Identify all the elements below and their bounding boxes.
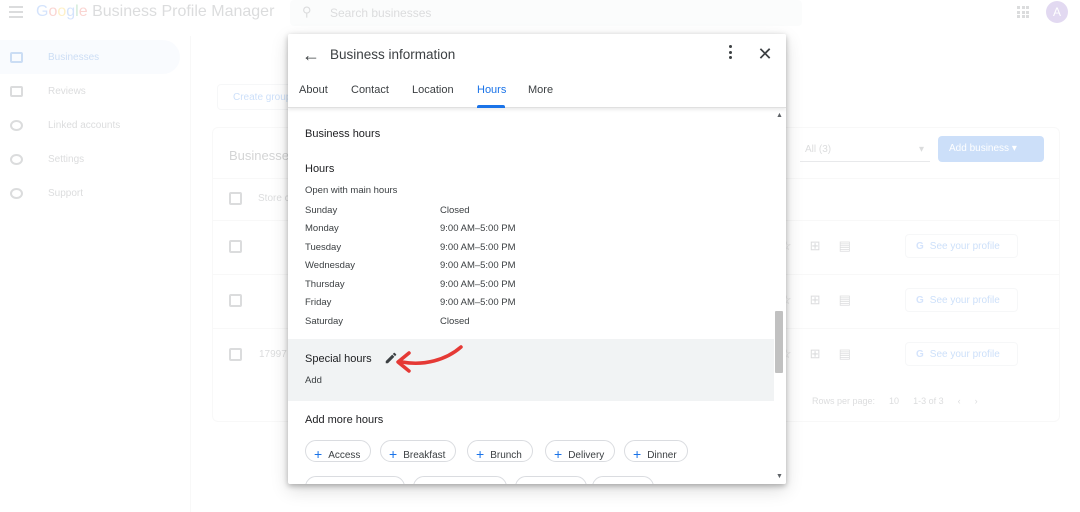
- plus-icon: +: [476, 446, 485, 462]
- special-hours-title: Special hours: [305, 353, 372, 365]
- row-checkbox[interactable]: [229, 294, 242, 307]
- row-checkbox[interactable]: [229, 348, 242, 361]
- app-title: Business Profile Manager: [92, 3, 275, 20]
- select-all-checkbox[interactable]: [229, 192, 242, 205]
- business-information-dialog: ← Business information ✕ About Contact L…: [288, 34, 786, 484]
- post-icon[interactable]: ▤: [839, 346, 851, 362]
- pencil-icon[interactable]: [384, 351, 398, 365]
- apps-grid-icon[interactable]: [1017, 6, 1029, 18]
- sidebar-item-reviews[interactable]: Reviews: [0, 74, 190, 108]
- row-actions: ☆⊞▤: [780, 238, 851, 254]
- more-vert-icon[interactable]: [724, 45, 736, 63]
- hours-subtitle: Open with main hours: [305, 185, 398, 196]
- dialog-scrollbar[interactable]: ▲ ▼: [774, 109, 786, 484]
- plus-icon: +: [633, 446, 642, 462]
- special-hours-section[interactable]: Special hours Add: [288, 339, 774, 401]
- sidebar-item-linked-accounts[interactable]: Linked accounts: [0, 108, 190, 142]
- row-actions: ☆⊞▤: [780, 346, 851, 362]
- sidebar: Businesses Reviews Linked accounts Setti…: [0, 40, 190, 210]
- app-logo: Google Business Profile Manager: [36, 3, 275, 20]
- chip-delivery[interactable]: + Delivery: [545, 440, 616, 462]
- top-bar: Google Business Profile Manager ⚲ Search…: [0, 0, 1080, 28]
- chip-partial[interactable]: +: [515, 476, 587, 484]
- search-bar[interactable]: ⚲ Search businesses: [290, 0, 802, 26]
- search-icon: ⚲: [302, 4, 312, 19]
- chip-breakfast[interactable]: + Breakfast: [380, 440, 457, 462]
- avatar[interactable]: A: [1046, 1, 1068, 23]
- dialog-title: Business information: [330, 47, 456, 62]
- reviews-icon: [10, 85, 23, 97]
- back-arrow-icon[interactable]: ←: [300, 44, 322, 66]
- sidebar-item-businesses[interactable]: Businesses: [0, 40, 180, 74]
- prev-page-icon[interactable]: ‹: [958, 396, 961, 406]
- row-actions: ☆⊞▤: [780, 292, 851, 308]
- rows-per-page-select[interactable]: 10: [889, 396, 899, 406]
- close-icon[interactable]: ✕: [754, 43, 776, 65]
- chip-dinner[interactable]: + Dinner: [624, 440, 688, 462]
- plus-icon: +: [601, 482, 609, 484]
- google-g-icon: G: [916, 349, 924, 360]
- plus-icon: +: [314, 482, 322, 484]
- tab-location[interactable]: Location: [412, 84, 454, 96]
- add-photo-icon[interactable]: ⊞: [810, 292, 821, 308]
- dialog-header: ← Business information ✕ About Contact L…: [288, 34, 786, 108]
- dialog-tabs: About Contact Location Hours More: [288, 78, 786, 108]
- chip-partial[interactable]: +: [305, 476, 405, 484]
- plus-icon: +: [422, 482, 430, 484]
- scroll-down-arrow-icon[interactable]: ▼: [776, 473, 783, 480]
- scroll-up-arrow-icon[interactable]: ▲: [776, 112, 783, 119]
- business-hours-title: Business hours: [305, 128, 381, 140]
- row-checkbox[interactable]: [229, 240, 242, 253]
- post-icon[interactable]: ▤: [839, 292, 851, 308]
- chip-partial[interactable]: +: [413, 476, 507, 484]
- plus-icon: +: [524, 482, 532, 484]
- chip-partial[interactable]: +: [592, 476, 654, 484]
- chip-access[interactable]: + Access: [305, 440, 372, 462]
- chevron-down-icon: ▾: [918, 144, 924, 155]
- add-photo-icon[interactable]: ⊞: [810, 238, 821, 254]
- storefront-icon: [10, 51, 23, 63]
- tab-contact[interactable]: Contact: [351, 84, 389, 96]
- plus-icon: +: [314, 446, 323, 462]
- chip-brunch[interactable]: + Brunch: [467, 440, 533, 462]
- help-icon: [10, 187, 23, 199]
- google-g-icon: G: [916, 241, 924, 252]
- next-page-icon[interactable]: ›: [975, 396, 978, 406]
- see-profile-button[interactable]: G See your profile: [905, 288, 1018, 312]
- hours-section[interactable]: Hours: [305, 163, 334, 175]
- plus-icon: +: [554, 446, 563, 462]
- card-title: Businesses: [229, 148, 296, 163]
- scrollbar-thumb[interactable]: [775, 311, 783, 373]
- see-profile-button[interactable]: G See your profile: [905, 342, 1018, 366]
- filter-select[interactable]: All (3) ▾: [800, 140, 930, 162]
- sidebar-item-settings[interactable]: Settings: [0, 142, 190, 176]
- link-icon: [10, 119, 23, 131]
- gear-icon: [10, 153, 23, 165]
- plus-icon: +: [389, 446, 398, 462]
- add-photo-icon[interactable]: ⊞: [810, 346, 821, 362]
- dialog-body: Business hours Hours Open with main hour…: [288, 109, 774, 484]
- search-placeholder: Search businesses: [330, 6, 432, 20]
- tab-more[interactable]: More: [528, 84, 553, 96]
- menu-icon[interactable]: [9, 6, 23, 18]
- post-icon[interactable]: ▤: [839, 238, 851, 254]
- sidebar-divider: [190, 36, 191, 512]
- sidebar-item-support[interactable]: Support: [0, 176, 190, 210]
- special-hours-add[interactable]: Add: [305, 375, 322, 386]
- active-tab-indicator: [477, 105, 505, 108]
- tab-hours[interactable]: Hours: [477, 84, 506, 96]
- store-code: 17997: [259, 349, 287, 360]
- add-business-button[interactable]: Add business ▾: [938, 136, 1044, 162]
- see-profile-button[interactable]: G See your profile: [905, 234, 1018, 258]
- add-more-hours-title: Add more hours: [305, 414, 384, 426]
- pagination: Rows per page: 10 1-3 of 3 ‹ ›: [812, 396, 978, 406]
- tab-about[interactable]: About: [299, 84, 328, 96]
- google-g-icon: G: [916, 295, 924, 306]
